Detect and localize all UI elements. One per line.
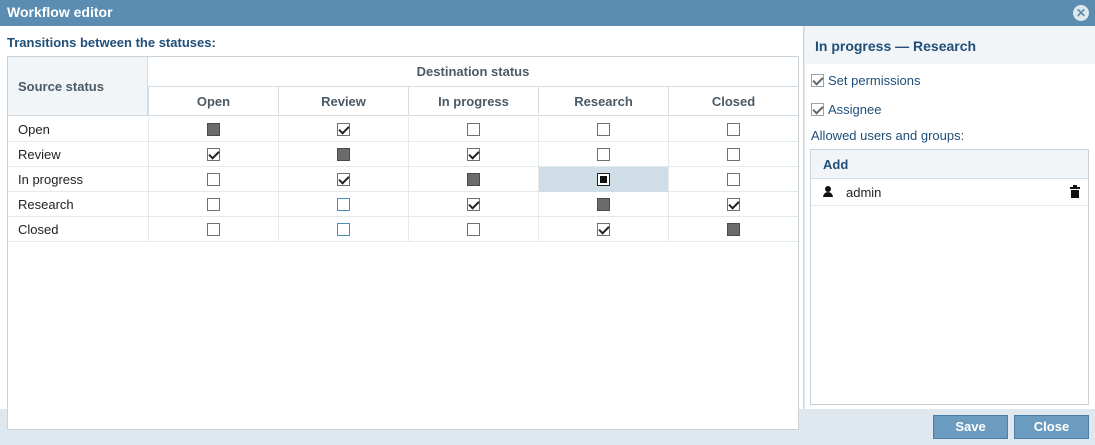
user-name: admin	[846, 185, 882, 200]
list-item[interactable]: admin	[811, 179, 1088, 206]
close-icon[interactable]: ✕	[1073, 5, 1089, 21]
transition-checkbox[interactable]	[337, 123, 350, 136]
self-transition-square	[597, 198, 610, 211]
transition-checkbox[interactable]	[467, 223, 480, 236]
row-label: Closed	[18, 222, 59, 237]
transition-checkbox[interactable]	[207, 173, 220, 186]
transition-checkbox[interactable]	[337, 173, 350, 186]
column-header: Closed	[668, 87, 798, 116]
transition-cell[interactable]	[408, 142, 538, 167]
transition-checkbox[interactable]	[727, 123, 740, 136]
transition-cell[interactable]	[538, 217, 668, 242]
column-header: Open	[148, 87, 278, 116]
row-label: Open	[18, 122, 50, 137]
row-label: In progress	[18, 172, 84, 187]
table-row: Open	[8, 117, 798, 142]
transition-checkbox[interactable]	[207, 148, 220, 161]
add-user-button[interactable]: Add	[811, 150, 1088, 179]
row-label: Review	[18, 147, 61, 162]
table-row: Research	[8, 192, 798, 217]
table-row: Closed	[8, 217, 798, 242]
destination-status-header: Destination status	[148, 57, 798, 87]
transition-cell[interactable]	[668, 117, 798, 142]
window-title: Workflow editor	[7, 4, 113, 20]
transition-cell	[408, 167, 538, 192]
transition-checkbox[interactable]	[207, 198, 220, 211]
column-header: In progress	[408, 87, 538, 116]
transition-cell[interactable]	[538, 142, 668, 167]
panel-title: In progress — Research	[805, 26, 1095, 64]
row-label: Research	[18, 197, 74, 212]
assignee-label: Assignee	[828, 102, 882, 117]
transition-cell[interactable]	[278, 192, 408, 217]
transition-checkbox[interactable]	[467, 148, 480, 161]
set-permissions-option[interactable]: Set permissions	[811, 73, 920, 88]
transition-cell[interactable]	[148, 142, 278, 167]
transitions-grid: Source status Destination status Open Rev…	[7, 56, 799, 430]
self-transition-square	[467, 173, 480, 186]
transition-cell	[668, 217, 798, 242]
transitions-pane: Transitions between the statuses: Source…	[0, 26, 804, 430]
set-permissions-checkbox[interactable]	[811, 74, 824, 87]
table-row: In progress	[8, 167, 798, 192]
transition-cell[interactable]	[278, 167, 408, 192]
transition-cell	[538, 192, 668, 217]
transition-checkbox[interactable]	[727, 148, 740, 161]
self-transition-square	[337, 148, 350, 161]
transition-checkbox[interactable]	[727, 198, 740, 211]
save-button[interactable]: Save	[933, 415, 1008, 439]
workflow-editor-window: Workflow editor ✕ Transitions between th…	[0, 0, 1095, 445]
transition-cell[interactable]	[538, 167, 668, 192]
title-bar: Workflow editor ✕	[0, 0, 1095, 26]
transition-cell[interactable]	[148, 167, 278, 192]
transition-cell[interactable]	[408, 117, 538, 142]
transition-cell[interactable]	[538, 117, 668, 142]
transition-checkbox[interactable]	[207, 223, 220, 236]
transition-cell[interactable]	[408, 217, 538, 242]
allowed-users-label: Allowed users and groups:	[811, 128, 965, 143]
assignee-checkbox[interactable]	[811, 103, 824, 116]
transition-checkbox[interactable]	[597, 223, 610, 236]
transition-cell[interactable]	[278, 217, 408, 242]
trash-icon[interactable]	[1070, 185, 1080, 198]
transition-cell	[278, 142, 408, 167]
transition-checkbox[interactable]	[597, 148, 610, 161]
column-header: Research	[538, 87, 668, 116]
transition-cell[interactable]	[668, 142, 798, 167]
transition-checkbox[interactable]	[597, 173, 610, 186]
table-row: Review	[8, 142, 798, 167]
set-permissions-label: Set permissions	[828, 73, 921, 88]
transition-settings-panel: In progress — Research Set permissions A…	[805, 26, 1095, 409]
transition-cell[interactable]	[148, 217, 278, 242]
transition-cell[interactable]	[278, 117, 408, 142]
transition-cell[interactable]	[408, 192, 538, 217]
user-icon	[823, 186, 833, 198]
column-header: Review	[278, 87, 408, 116]
transition-cell[interactable]	[148, 192, 278, 217]
transition-checkbox[interactable]	[727, 173, 740, 186]
transition-cell[interactable]	[668, 167, 798, 192]
allowed-users-list: Add admin	[810, 149, 1089, 405]
transition-checkbox[interactable]	[337, 198, 350, 211]
transition-checkbox[interactable]	[467, 123, 480, 136]
self-transition-square	[727, 223, 740, 236]
transition-checkbox[interactable]	[597, 123, 610, 136]
source-status-header: Source status	[8, 57, 148, 116]
transition-checkbox[interactable]	[467, 198, 480, 211]
assignee-option[interactable]: Assignee	[811, 102, 881, 117]
transitions-heading: Transitions between the statuses:	[7, 35, 216, 50]
self-transition-square	[207, 123, 220, 136]
close-button[interactable]: Close	[1014, 415, 1089, 439]
transition-cell[interactable]	[668, 192, 798, 217]
transition-cell	[148, 117, 278, 142]
transition-checkbox[interactable]	[337, 223, 350, 236]
